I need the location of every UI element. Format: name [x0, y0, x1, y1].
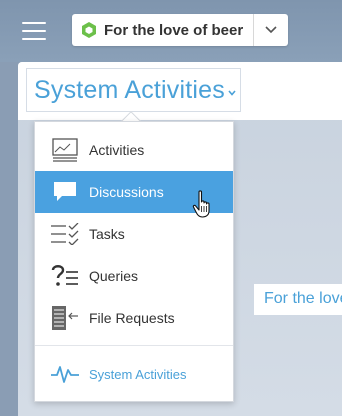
activity-feed-icon — [51, 136, 79, 164]
background-group-title: For the love — [254, 284, 342, 315]
chevron-down-icon — [265, 26, 277, 34]
menu-item-label: Tasks — [89, 226, 125, 242]
hand-pointer-icon — [192, 190, 210, 218]
menu-separator — [35, 345, 233, 346]
menu-item-activities[interactable]: Activities — [35, 129, 233, 171]
checklist-icon — [51, 220, 79, 248]
menu-item-label: Activities — [89, 142, 145, 158]
menu-item-label: Queries — [89, 268, 139, 284]
top-bar: For the love of beer — [0, 0, 342, 62]
file-request-icon — [51, 304, 79, 332]
menu-item-label: File Requests — [89, 310, 175, 326]
menu-item-file-requests[interactable]: File Requests — [35, 297, 233, 339]
activity-selector-title: System Activities — [34, 75, 225, 104]
hamburger-icon[interactable] — [22, 22, 46, 40]
group-name: For the love of beer — [104, 21, 244, 39]
menu-item-queries[interactable]: Queries — [35, 255, 233, 297]
caret-down-icon — [228, 90, 236, 96]
question-list-icon — [51, 262, 79, 290]
group-caret-button[interactable] — [254, 14, 288, 46]
activity-type-selector[interactable]: System Activities — [26, 68, 241, 112]
pulse-icon — [51, 360, 79, 388]
menu-item-tasks[interactable]: Tasks — [35, 213, 233, 255]
activity-dropdown-menu: Activities Discussions Tasks Queries Fil… — [34, 121, 234, 402]
menu-item-label: Discussions — [89, 184, 164, 200]
group-selector[interactable]: For the love of beer — [72, 14, 288, 46]
speech-bubble-icon — [51, 178, 79, 206]
menu-item-system-activities[interactable]: System Activities — [35, 353, 233, 395]
menu-item-label: System Activities — [89, 366, 187, 382]
hexagon-icon — [82, 22, 96, 38]
